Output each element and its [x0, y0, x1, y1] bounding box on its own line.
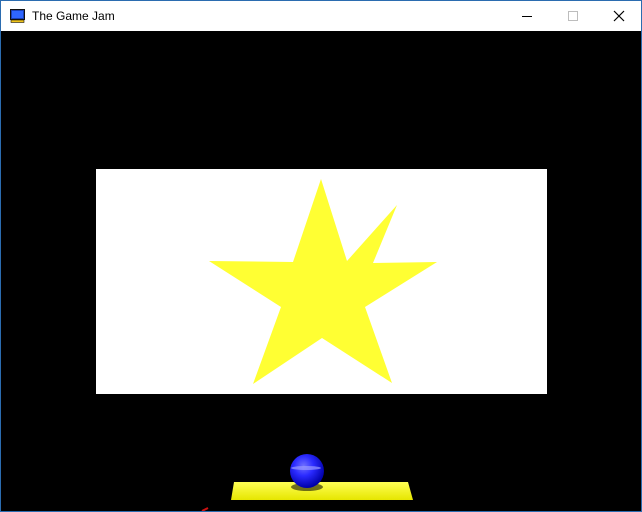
red-debris	[201, 507, 209, 511]
title-bar[interactable]: The Game Jam	[1, 1, 641, 31]
app-monitor-icon	[10, 9, 25, 23]
maximize-icon	[568, 11, 578, 21]
paddle	[231, 482, 413, 500]
minimize-icon	[522, 16, 532, 17]
window-title: The Game Jam	[32, 9, 115, 23]
game-canvas[interactable]	[1, 31, 641, 511]
ball-highlight	[291, 466, 321, 470]
maximize-button[interactable]	[550, 1, 596, 31]
close-icon	[613, 10, 625, 22]
ball	[290, 454, 324, 488]
game-scene	[96, 169, 547, 511]
close-button[interactable]	[596, 1, 641, 31]
minimize-button[interactable]	[504, 1, 550, 31]
game-window: The Game Jam	[0, 0, 642, 512]
